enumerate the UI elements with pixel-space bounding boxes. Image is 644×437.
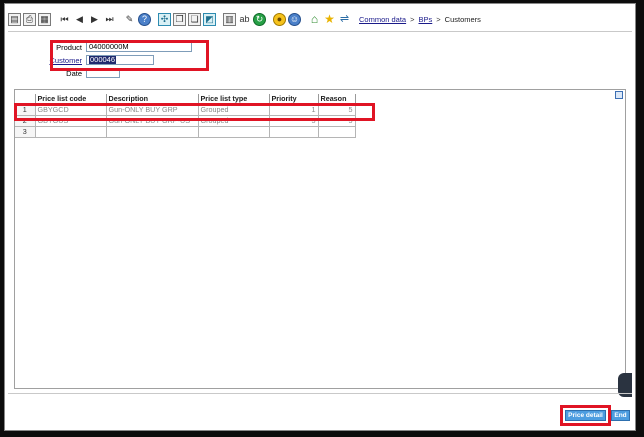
cell-reason[interactable]	[318, 126, 356, 138]
user-icon[interactable]: ☺	[288, 12, 301, 26]
highlight-box-row	[14, 103, 375, 121]
cell-type[interactable]	[198, 126, 270, 138]
breadcrumb-common-data[interactable]: Common data	[359, 15, 406, 24]
signpost-icon[interactable]: ⇌	[338, 13, 351, 26]
paste-icon[interactable]: ❏	[188, 12, 201, 26]
highlight-box-form	[50, 40, 209, 71]
cell-code[interactable]	[35, 126, 107, 138]
link-icon[interactable]: ✎	[123, 13, 136, 26]
columns-icon[interactable]: ▥	[223, 12, 236, 26]
print-icon[interactable]: ⎙	[23, 12, 36, 26]
row-number: 3	[15, 126, 36, 138]
favorite-icon[interactable]: ●	[273, 12, 286, 26]
breadcrumb-separator: >	[436, 14, 441, 24]
chart-icon[interactable]: ◩	[203, 12, 216, 26]
cell-description[interactable]	[106, 126, 199, 138]
refresh-icon[interactable]: ↻	[253, 12, 266, 26]
help-icon[interactable]: ?	[138, 12, 151, 26]
price-list-grid: Price list code Description Price list t…	[14, 89, 626, 389]
end-button[interactable]: End	[611, 410, 630, 421]
grid-icon[interactable]: ✣	[158, 12, 171, 26]
home-icon[interactable]: ⌂	[308, 13, 321, 26]
new-doc-icon[interactable]: ▤	[8, 12, 21, 26]
next-icon[interactable]: ▶	[88, 13, 101, 26]
breadcrumb-separator: >	[410, 14, 415, 24]
toolbar-divider	[8, 31, 632, 32]
table-row[interactable]: 3	[15, 126, 356, 138]
star-icon[interactable]: ★	[323, 13, 336, 26]
text-icon[interactable]: ab	[238, 13, 251, 26]
last-icon[interactable]: ⏭	[103, 13, 116, 26]
grid-expand-icon[interactable]	[615, 91, 623, 99]
breadcrumb-customers: Customers	[444, 14, 481, 24]
cell-priority[interactable]	[269, 126, 319, 138]
print-preview-icon[interactable]: ▦	[38, 12, 51, 26]
toolbar: ▤ ⎙ ▦ ⏮ ◀ ▶ ⏭ ✎ ? ✣ ❐ ❏ ◩ ▥ ab ↻ ● ☺ ⌂ ★…	[8, 10, 632, 28]
first-icon[interactable]: ⏮	[58, 13, 71, 26]
prev-icon[interactable]: ◀	[73, 13, 86, 26]
copy-icon[interactable]: ❐	[173, 12, 186, 26]
breadcrumb: Common data > BPs > Customers	[359, 15, 481, 24]
highlight-box-button	[560, 405, 611, 426]
bottom-divider	[8, 393, 632, 394]
breadcrumb-bps[interactable]: BPs	[419, 15, 433, 24]
